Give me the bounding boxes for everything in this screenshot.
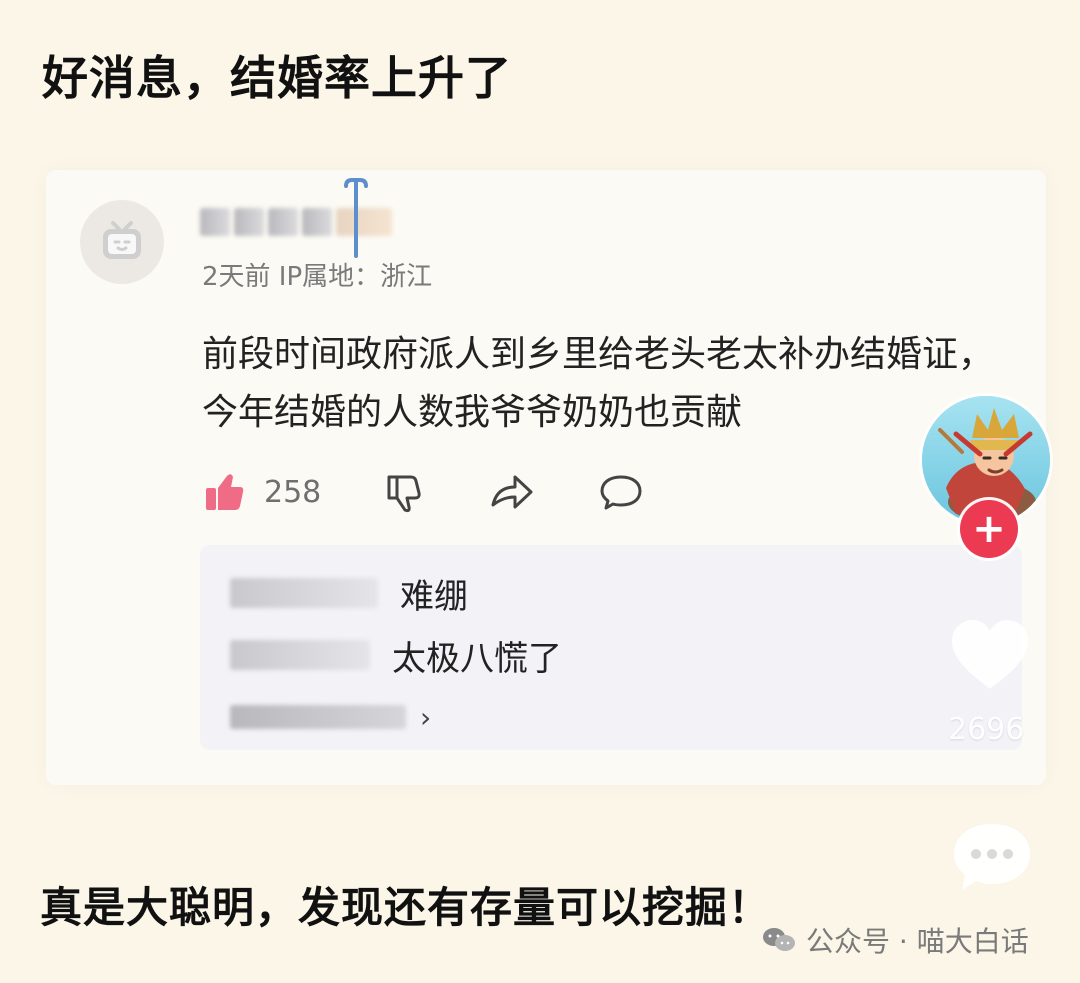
thumbs-up-icon[interactable]: [202, 470, 246, 514]
dislike-action[interactable]: [381, 469, 427, 515]
wechat-icon: [763, 928, 795, 951]
comment-text: 前段时间政府派人到乡里给老头老太补办结婚证，今年结婚的人数我爷爷奶奶也贡献: [202, 334, 995, 433]
plus-icon[interactable]: +: [960, 500, 1018, 558]
reply-text: 难绷: [400, 576, 468, 617]
bilibili-tv-icon[interactable]: [80, 200, 164, 284]
comment-actions: 258: [202, 466, 705, 518]
reply-username-redacted: [230, 640, 370, 670]
heart-icon[interactable]: [942, 605, 1038, 701]
ellipsis-bubble-icon[interactable]: [946, 814, 1038, 902]
reply-item[interactable]: 太极八慌了: [230, 633, 562, 679]
heart-count: 2696: [948, 712, 1025, 747]
comment-bubble-icon[interactable]: [597, 469, 645, 515]
comment-meta: 2天前 IP属地：浙江: [202, 262, 433, 292]
share-action[interactable]: [487, 469, 537, 515]
chevron-right-icon: ›: [420, 700, 432, 734]
like-action[interactable]: 258: [202, 470, 321, 514]
reply-item[interactable]: 难绷: [230, 571, 468, 617]
share-arrow-icon[interactable]: [487, 469, 537, 515]
more-replies-link[interactable]: ›: [230, 697, 431, 737]
more-replies-redacted: [230, 705, 406, 729]
bottom-caption: 真是大聪明，发现还有存量可以挖掘！: [40, 883, 772, 932]
reply-text: 太极八慌了: [392, 638, 562, 679]
reply-username-redacted: [230, 578, 378, 608]
screenshot-page: 好消息，结婚率上升了 2天前 IP属地：浙江 前段时间政府派人到乡里给老头老太补…: [0, 0, 1080, 983]
reply-preview-box[interactable]: 难绷 太极八慌了 ›: [200, 545, 1022, 750]
username-redacted[interactable]: [200, 206, 425, 238]
headline: 好消息，结婚率上升了: [42, 51, 512, 105]
text-cursor-icon: [344, 178, 368, 258]
watermark: 公众号 · 喵大白话: [760, 920, 1029, 960]
like-count: 258: [264, 474, 322, 510]
reply-action[interactable]: [597, 469, 645, 515]
thumbs-down-icon[interactable]: [381, 469, 427, 515]
watermark-text: 公众号 · 喵大白话: [806, 925, 1029, 958]
